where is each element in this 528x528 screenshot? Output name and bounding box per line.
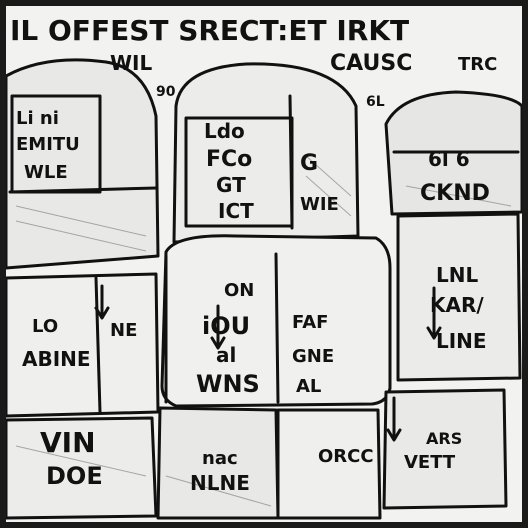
box-top-left-line-3: WLE — [24, 162, 68, 183]
box-mid-right-line-1: LNL — [436, 263, 478, 287]
sketch-drawing: IL OFFEST SRECT:ET IRKT WIL CAUSC TRC 90… — [6, 14, 522, 520]
box-bottom-left-line-1: VIN — [40, 426, 96, 459]
box-top-right-line-2: CKND — [420, 181, 490, 206]
box-top-center-side-2: WIE — [300, 194, 339, 215]
box-top-center-line-3: GT — [216, 173, 246, 197]
small-label-b: 6L — [366, 94, 385, 110]
box-mid-center-line-1: ON — [224, 280, 254, 301]
box-mid-left-line-1: LO — [32, 316, 58, 337]
box-bottom-right-line-2: VETT — [404, 452, 456, 473]
box-mid-right-line-2: KAR/ — [430, 293, 484, 317]
box-mid-center-side-3: AL — [296, 376, 321, 397]
box-top-right-line-1: 6l 6 — [428, 147, 470, 171]
box-mid-left-line-2: ABINE — [22, 347, 91, 371]
box-mid-center-side-2: GNE — [292, 346, 334, 367]
box-bottom-left-line-2: DOE — [46, 462, 103, 490]
box-top-left-line-1: Li ni — [16, 108, 59, 129]
box-bottom-right-line-1: ARS — [426, 429, 462, 448]
box-top-center-line-4: ICT — [218, 199, 254, 223]
box-mid-left-side-1: NE — [110, 320, 137, 341]
top-right-text: TRC — [458, 54, 497, 75]
box-bottom-mid-line-1: ORCC — [318, 446, 374, 467]
box-top-center-line-2: FCo — [206, 147, 252, 172]
box-mid-center-line-4: WNS — [196, 370, 260, 398]
box-top-center-side-1: G — [300, 151, 318, 176]
box-mid-right-line-3: LINE — [436, 329, 487, 353]
box-mid-center-line-3: al — [216, 343, 236, 367]
box-outline-bottom-right — [382, 388, 508, 510]
box-top-left-line-2: EMITU — [16, 134, 80, 155]
box-bottom-center-line-2: NLNE — [190, 471, 250, 495]
top-heading-text: IL OFFEST SRECT:ET IRKT — [10, 14, 409, 47]
box-mid-center-line-2: iOU — [202, 312, 250, 340]
box-top-center-line-1: Ldo — [204, 119, 245, 143]
top-left-text: WIL — [110, 51, 153, 75]
box-mid-center-side-1: FAF — [292, 312, 328, 333]
sketch-canvas: IL OFFEST SRECT:ET IRKT WIL CAUSC TRC 90… — [6, 6, 522, 522]
small-label-a: 90 — [156, 84, 176, 100]
box-bottom-center-line-1: nac — [202, 448, 238, 469]
top-mid-text: CAUSC — [330, 51, 412, 76]
box-outline-mid-left — [6, 272, 160, 418]
box-outline-top-center — [172, 62, 360, 244]
